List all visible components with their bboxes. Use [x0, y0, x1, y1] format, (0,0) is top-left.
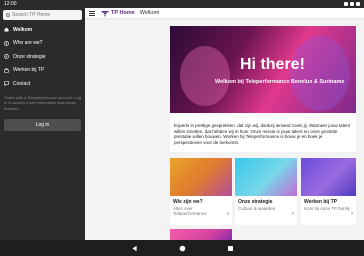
- tile-title: Wie zijn we?: [173, 199, 203, 205]
- hero-title: Hi there!: [240, 56, 305, 73]
- search-bar[interactable]: [3, 10, 82, 20]
- battery-icon: [356, 2, 360, 6]
- login-button[interactable]: Log in: [4, 119, 81, 131]
- chat-icon: [4, 81, 9, 87]
- wifi-icon: [344, 2, 348, 6]
- menu-item-who-are-we[interactable]: Who are we?: [0, 37, 85, 51]
- menu-item-label: Welkom: [13, 26, 33, 33]
- status-icons: [344, 2, 360, 6]
- app-logo: TP Home: [101, 10, 135, 17]
- signal-icon: [350, 2, 354, 6]
- tp-logo-icon: [101, 10, 109, 16]
- chevron-right-icon: ›: [227, 211, 229, 217]
- tile-partial[interactable]: [170, 229, 232, 240]
- menu-item-welkom[interactable]: Welkom: [0, 23, 85, 37]
- menu-item-onze-strategie[interactable]: Onze strategie: [0, 50, 85, 64]
- app-title: TP Home: [111, 10, 135, 16]
- status-time: 12:00: [4, 1, 17, 7]
- menu-item-werken-bij-tp[interactable]: Werken bij TP: [0, 64, 85, 78]
- tile-image: [235, 158, 297, 196]
- hero-banner: Hi there! Welkom bij Teleperformance Ben…: [170, 26, 356, 113]
- home-icon: [4, 27, 9, 32]
- hero-subtitle: Welkom bij Teleperformance Benelux & Sur…: [215, 79, 345, 85]
- tile-wie-zijn-we[interactable]: Wie zijn we? Alles over Teleperformance …: [170, 158, 232, 225]
- app-bar: TP Home Welkom: [85, 8, 364, 19]
- search-input[interactable]: [12, 12, 72, 18]
- info-icon: [4, 40, 9, 46]
- tile-title: Werken bij TP: [304, 199, 337, 205]
- tile-image: [170, 229, 232, 240]
- briefcase-icon: [4, 68, 9, 73]
- tile-subtitle: Kom bij onze TP family: [304, 206, 350, 211]
- tile-subtitle: Alles over Teleperformance: [173, 206, 207, 216]
- menu-icon[interactable]: [89, 10, 95, 16]
- system-nav-bar: [0, 240, 364, 256]
- tile-title: Onze strategie: [238, 199, 273, 205]
- tile-werken-bij-tp[interactable]: Werken bij TP Kom bij onze TP family ›: [301, 158, 356, 225]
- chevron-right-icon: ›: [292, 211, 294, 217]
- menu-item-label: Contact: [13, 80, 31, 87]
- search-icon: [6, 13, 10, 17]
- menu-item-label: Werken bij TP: [13, 67, 45, 74]
- hero-person-left: [180, 46, 230, 106]
- drawer-menu: Welkom Who are we? Onze strategie Werken…: [0, 23, 85, 91]
- status-bar: 12:00: [0, 0, 364, 8]
- intro-text: Experts in prettige gesprekken: dat zijn…: [174, 123, 350, 145]
- compass-icon: [4, 54, 9, 60]
- menu-item-label: Who are we?: [13, 40, 43, 47]
- tile-image: [301, 158, 356, 196]
- login-hint: Share with a Teleperformance account. Lo…: [4, 95, 82, 111]
- welcome-card: Hi there! Welkom bij Teleperformance Ben…: [170, 26, 356, 152]
- screen: 12:00 Welkom Who are we?: [0, 0, 364, 256]
- tile-subtitle: Cultuur & waarden: [238, 206, 276, 211]
- page-title: Welkom: [139, 10, 160, 16]
- tile-onze-strategie[interactable]: Onze strategie Cultuur & waarden ›: [235, 158, 297, 225]
- menu-item-contact[interactable]: Contact: [0, 77, 85, 91]
- home-circle-icon[interactable]: [177, 243, 187, 253]
- back-icon[interactable]: [129, 243, 139, 253]
- navigation-drawer: Welkom Who are we? Onze strategie Werken…: [0, 8, 85, 240]
- menu-item-label: Onze strategie: [13, 53, 46, 60]
- recents-icon[interactable]: [225, 243, 235, 253]
- tile-image: [170, 158, 232, 196]
- chevron-right-icon: ›: [351, 211, 353, 217]
